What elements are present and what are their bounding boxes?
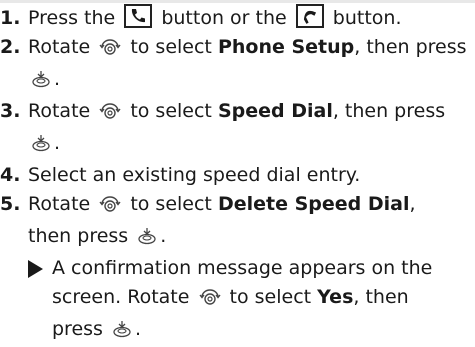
step-text: .	[54, 68, 61, 90]
step-text: to select	[130, 36, 212, 58]
result-text: screen. Rotate	[52, 286, 190, 308]
step-text: to select	[130, 193, 212, 215]
enter-button-icon	[112, 318, 132, 347]
option-name: Yes	[317, 286, 354, 308]
step-5: 5. Rotate to select Delete Speed Dial, t…	[0, 190, 470, 347]
menu-item-name: Phone Setup	[217, 36, 355, 58]
step-number: 1.	[0, 7, 21, 29]
result-text: A confirmation message appears on the	[52, 257, 433, 279]
enter-button-icon	[31, 132, 51, 161]
step-number: 2.	[0, 36, 21, 58]
step-text: ,	[409, 193, 416, 215]
step-4: 4. Select an existing speed dial entry.	[0, 161, 470, 190]
step-3: 3. Rotate to select Speed Dial, then pre…	[0, 97, 470, 161]
result-text: to select	[229, 286, 312, 308]
step-text: Rotate	[28, 100, 91, 122]
selector-knob-icon	[198, 286, 221, 315]
step-text: to select	[130, 100, 212, 122]
page: { "steps": [ { "num": "1.", "a": "Press …	[0, 0, 475, 340]
step-text: .	[160, 225, 167, 247]
selector-knob-icon	[99, 100, 121, 129]
instruction-steps: 1. Press the button or the button. 2. Ro…	[0, 4, 470, 347]
selector-knob-icon	[99, 36, 121, 65]
phone-pickup-icon	[124, 4, 153, 28]
result-text: , then	[353, 286, 409, 308]
result-arrow-icon	[28, 260, 43, 278]
step-number: 3.	[0, 100, 21, 122]
step-text: button.	[332, 7, 402, 29]
step-number: 5.	[0, 193, 21, 215]
selector-knob-icon	[99, 193, 121, 222]
step-number: 4.	[0, 164, 21, 186]
step-text: .	[54, 132, 61, 154]
step-2: 2. Rotate to select Phone Setup, then pr…	[0, 33, 470, 97]
step-text: then press	[28, 225, 129, 247]
phone-hangup-icon	[295, 4, 324, 28]
step-1: 1. Press the button or the button.	[0, 4, 470, 33]
step-text: , then press	[332, 100, 446, 122]
step-text: Rotate	[28, 36, 91, 58]
step-text: Select an existing speed dial entry.	[28, 164, 361, 186]
menu-item-name: Speed Dial	[217, 100, 333, 122]
enter-button-icon	[31, 68, 51, 97]
top-strip	[0, 0, 475, 3]
menu-item-name: Delete Speed Dial	[217, 193, 410, 215]
step-text: Rotate	[28, 193, 91, 215]
step-result: A confirmation message appears on the sc…	[28, 254, 470, 347]
enter-button-icon	[137, 225, 157, 254]
step-text: button or the	[161, 7, 287, 29]
step-text: , then press	[354, 36, 467, 58]
step-text: Press the	[28, 7, 116, 29]
